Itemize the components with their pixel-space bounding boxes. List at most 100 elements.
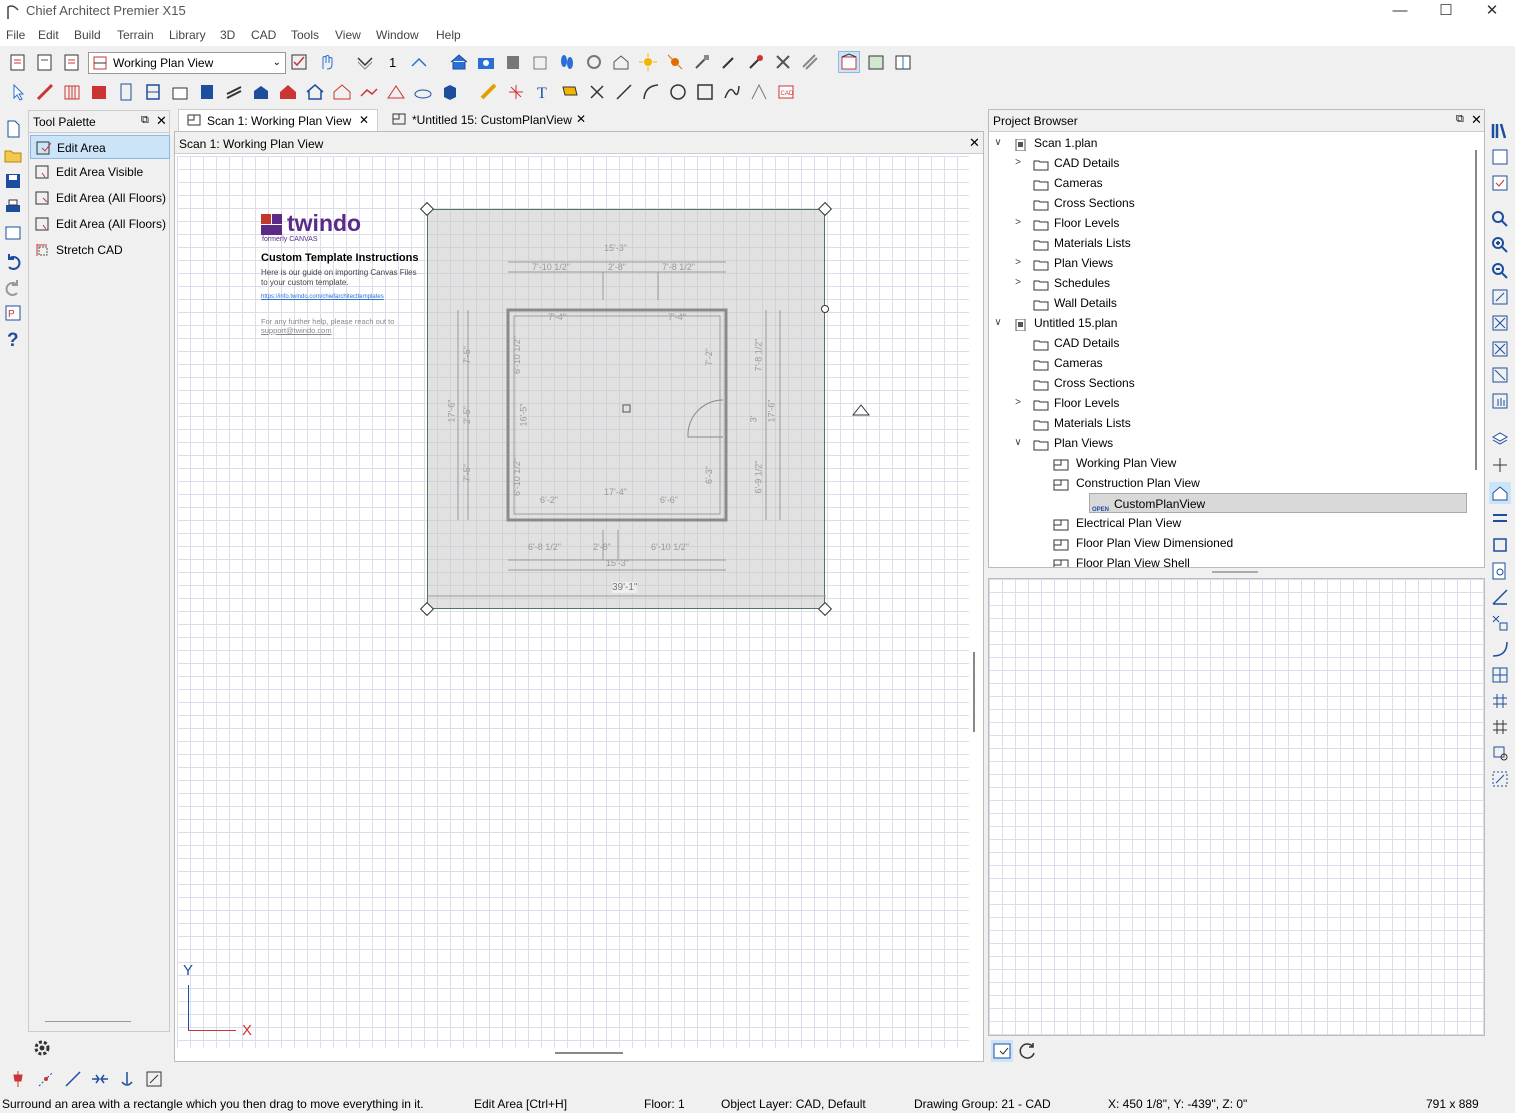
tool-edit-area-all-floors[interactable]: Edit Area (All Floors) bbox=[30, 186, 170, 210]
square-icon[interactable] bbox=[1489, 534, 1511, 556]
render-icon[interactable] bbox=[583, 51, 605, 73]
material-painter-icon[interactable] bbox=[745, 51, 767, 73]
tab-close-icon[interactable]: ✕ bbox=[576, 112, 586, 126]
close-window-button[interactable]: ✕ bbox=[1469, 0, 1515, 24]
select-objects-icon[interactable] bbox=[8, 81, 30, 103]
undock-icon[interactable]: ⧉ bbox=[1456, 113, 1464, 126]
cad-block-icon[interactable]: CAD bbox=[775, 81, 797, 103]
chevron-right-icon[interactable]: > bbox=[1013, 273, 1023, 293]
anchor-icon[interactable] bbox=[116, 1068, 138, 1090]
point-snap-icon[interactable] bbox=[35, 1068, 57, 1090]
roof-icon[interactable] bbox=[277, 81, 299, 103]
line-icon[interactable] bbox=[613, 81, 635, 103]
zoom-out-icon[interactable] bbox=[1489, 260, 1511, 282]
material-eyedropper-icon[interactable] bbox=[691, 51, 713, 73]
tree-item[interactable]: > Plan Views bbox=[989, 253, 1474, 273]
pin-icon[interactable] bbox=[7, 1068, 29, 1090]
slab-icon[interactable] bbox=[412, 81, 434, 103]
arc-icon[interactable] bbox=[640, 81, 662, 103]
zoom-icon[interactable] bbox=[1489, 208, 1511, 230]
fill-building-icon[interactable] bbox=[1489, 338, 1511, 360]
tree-item[interactable]: Floor Plan View Shell bbox=[989, 553, 1474, 567]
gear-icon[interactable] bbox=[31, 1037, 53, 1059]
print-icon[interactable] bbox=[2, 196, 24, 218]
undo-zoom-icon[interactable] bbox=[1489, 286, 1511, 308]
callout-icon[interactable] bbox=[559, 81, 581, 103]
tree-scrollbar[interactable] bbox=[1475, 150, 1477, 470]
floor-up-icon[interactable] bbox=[408, 51, 430, 73]
undock-icon[interactable]: ⧉ bbox=[141, 114, 149, 127]
search-doc-icon[interactable] bbox=[1489, 560, 1511, 582]
framing-icon[interactable] bbox=[304, 81, 326, 103]
handle-rotate[interactable] bbox=[821, 305, 829, 313]
menu-edit[interactable]: Edit bbox=[38, 28, 59, 42]
tree-item[interactable]: Construction Plan View bbox=[989, 473, 1474, 493]
close-drawing-icon[interactable]: ✕ bbox=[969, 135, 980, 151]
undo-icon[interactable] bbox=[2, 250, 24, 272]
open-folder-icon[interactable] bbox=[2, 144, 24, 166]
redo-icon[interactable] bbox=[2, 276, 24, 298]
chevron-down-icon[interactable]: ∨ bbox=[993, 133, 1003, 153]
tree-item[interactable]: > Floor Levels bbox=[989, 393, 1474, 413]
circle-icon[interactable] bbox=[667, 81, 689, 103]
floor-down-icon[interactable] bbox=[354, 51, 376, 73]
tree-item[interactable]: ∨ Plan Views bbox=[989, 433, 1474, 453]
cabinet-icon[interactable] bbox=[88, 81, 110, 103]
menu-help[interactable]: Help bbox=[436, 28, 461, 42]
glass-house-icon[interactable] bbox=[529, 51, 551, 73]
menu-file[interactable]: File bbox=[6, 28, 25, 42]
tab-working-plan-view[interactable]: Scan 1: Working Plan View ✕ bbox=[178, 109, 378, 131]
tab-close-icon[interactable]: ✕ bbox=[359, 113, 369, 127]
tree-item[interactable]: OPEN CustomPlanView bbox=[1089, 493, 1467, 513]
dimension-icon[interactable] bbox=[478, 81, 500, 103]
tree-item[interactable]: Cameras bbox=[989, 353, 1474, 373]
tree-item[interactable]: Materials Lists bbox=[989, 413, 1474, 433]
tool-edit-area[interactable]: Edit Area bbox=[30, 135, 170, 159]
print-preview-icon[interactable] bbox=[2, 222, 24, 244]
checklist-icon[interactable] bbox=[1489, 172, 1511, 194]
zoom-in-icon[interactable] bbox=[1489, 234, 1511, 256]
tree-item[interactable]: ∨ Untitled 15.plan bbox=[989, 313, 1474, 333]
chevron-down-icon[interactable]: ∨ bbox=[993, 313, 1003, 333]
display-options-icon[interactable] bbox=[1489, 768, 1511, 790]
reference-icon[interactable]: P bbox=[2, 302, 24, 324]
line-snap-icon[interactable] bbox=[62, 1068, 84, 1090]
chevron-right-icon[interactable]: > bbox=[1013, 213, 1023, 233]
vertical-scrollbar[interactable] bbox=[973, 652, 975, 732]
tree-item[interactable]: Wall Details bbox=[989, 293, 1474, 313]
menu-library[interactable]: Library bbox=[169, 28, 206, 42]
tree-item[interactable]: Electrical Plan View bbox=[989, 513, 1474, 533]
chevron-right-icon[interactable]: > bbox=[1013, 153, 1023, 173]
sun-icon[interactable] bbox=[637, 51, 659, 73]
walkthrough-icon[interactable] bbox=[556, 51, 578, 73]
save-icon[interactable] bbox=[2, 170, 24, 192]
preview-splitter[interactable] bbox=[1212, 571, 1258, 573]
kitchen-icon[interactable] bbox=[169, 81, 191, 103]
palette-splitter[interactable] bbox=[45, 1021, 131, 1022]
tree-item[interactable]: CAD Details bbox=[989, 333, 1474, 353]
cad-delete-icon[interactable] bbox=[586, 81, 608, 103]
open-plan-icon[interactable] bbox=[34, 51, 56, 73]
delete-surface-icon[interactable] bbox=[772, 51, 794, 73]
text-icon[interactable]: T bbox=[532, 81, 554, 103]
arc-snap-icon[interactable] bbox=[1489, 638, 1511, 660]
close-browser-icon[interactable]: ✕ bbox=[1471, 112, 1482, 128]
hand-icon[interactable] bbox=[315, 51, 337, 73]
shape-icon[interactable] bbox=[439, 81, 461, 103]
chevron-right-icon[interactable]: > bbox=[1013, 393, 1023, 413]
tree-item[interactable]: > CAD Details bbox=[989, 153, 1474, 173]
terrain-icon[interactable] bbox=[358, 81, 380, 103]
layout-icon[interactable] bbox=[892, 51, 914, 73]
tool-edit-area-visible[interactable]: Edit Area Visible bbox=[30, 160, 170, 184]
eyedropper-icon[interactable] bbox=[718, 51, 740, 73]
refresh-icon[interactable] bbox=[1017, 1040, 1039, 1062]
new-plan-icon[interactable] bbox=[7, 51, 29, 73]
house-view-icon[interactable] bbox=[1489, 482, 1511, 504]
save-plan-icon[interactable] bbox=[61, 51, 83, 73]
tab-custom-plan-view[interactable]: *Untitled 15: CustomPlanView ✕ bbox=[386, 109, 596, 131]
transform-icon[interactable] bbox=[1489, 742, 1511, 764]
instructions-link[interactable]: https://info.twindo.com/chiefarchitectte… bbox=[261, 294, 384, 300]
railing-icon[interactable] bbox=[61, 81, 83, 103]
door-tools-icon[interactable] bbox=[115, 81, 137, 103]
move-triangle-icon[interactable] bbox=[851, 404, 871, 416]
